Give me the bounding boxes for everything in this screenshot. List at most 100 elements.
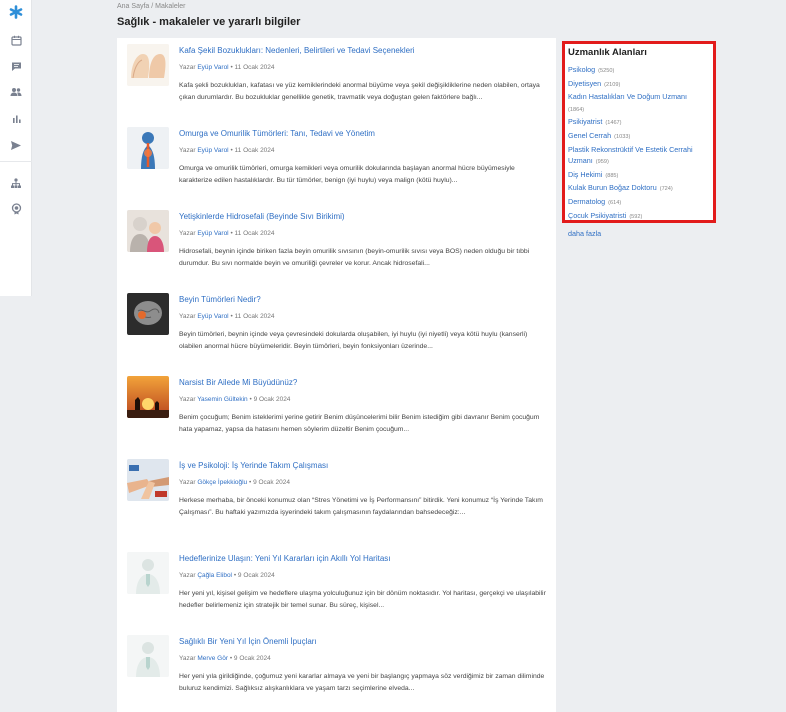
article-author[interactable]: Çağla Elibol [197, 572, 232, 579]
specialty-link[interactable]: Kadın Hastalıkları Ve Doğum Uzmanı [568, 92, 687, 101]
article-meta: Yazar Eyüp Varol • 11 Ocak 2024 [179, 64, 275, 71]
specialty-link[interactable]: Diş Hekimi [568, 170, 602, 179]
specialty-item: Psikiyatrist (1467) [568, 116, 710, 130]
specialty-item: Dermatolog (614) [568, 196, 710, 210]
article-card: Kafa Şekil Bozuklukları: Nedenleri, Beli… [117, 38, 556, 121]
article-excerpt: Her yeni yıla girildiğinde, çoğumuz yeni… [179, 673, 545, 692]
specialty-count: (1033) [614, 133, 631, 140]
article-thumbnail-hands[interactable] [127, 459, 169, 501]
article-date: • 11 Ocak 2024 [230, 230, 275, 237]
specialty-link[interactable]: Genel Cerrah [568, 131, 611, 140]
article-author[interactable]: Yasemin Gültekin [197, 396, 247, 403]
send-icon[interactable] [0, 134, 32, 156]
author-prefix: Yazar [179, 479, 196, 486]
specialty-link[interactable]: Diyetisyen [568, 79, 601, 88]
article-title[interactable]: Beyin Tümörleri Nedir? [179, 295, 261, 304]
article-meta: Yazar Eyüp Varol • 11 Ocak 2024 [179, 313, 275, 320]
more-specialties-link[interactable]: daha fazla [568, 229, 601, 238]
article-card: Omurga ve Omurilik Tümörleri: Tanı, Teda… [117, 121, 556, 204]
author-prefix: Yazar [179, 313, 196, 320]
article-excerpt: Her yeni yıl, kişisel gelişim ve hedefle… [179, 590, 546, 609]
specialty-item: Diyetisyen (2109) [568, 78, 710, 92]
side-navigation [0, 0, 32, 296]
specialty-count: (5250) [598, 68, 615, 74]
messages-icon[interactable] [0, 55, 32, 77]
article-thumbnail-placeholder[interactable] [127, 552, 169, 594]
article-thumbnail-sunset[interactable] [127, 376, 169, 418]
article-date: • 9 Ocak 2024 [249, 479, 290, 486]
article-title[interactable]: Omurga ve Omurilik Tümörleri: Tanı, Teda… [179, 129, 375, 138]
specialties-title: Uzmanlık Alanları [568, 47, 647, 58]
article-card: İş ve Psikoloji: İş Yerinde Takım Çalışm… [117, 453, 556, 536]
breadcrumb-current: Makaleler [155, 3, 186, 10]
specialty-count: (614) [608, 199, 622, 206]
article-list: Kafa Şekil Bozuklukları: Nedenleri, Beli… [117, 38, 556, 712]
article-author[interactable]: Eyüp Varol [197, 147, 228, 154]
article-date: • 11 Ocak 2024 [230, 147, 275, 154]
article-card: Hedeflerinize Ulaşın: Yeni Yıl Kararları… [117, 546, 556, 629]
article-author[interactable]: Gökçe İpekkioğlu [197, 479, 247, 486]
article-card: Yetişkinlerde Hidrosefali (Beyinde Sıvı … [117, 204, 556, 287]
article-thumbnail-brain[interactable] [127, 293, 169, 335]
article-title[interactable]: İş ve Psikoloji: İş Yerinde Takım Çalışm… [179, 461, 328, 470]
article-title[interactable]: Yetişkinlerde Hidrosefali (Beyinde Sıvı … [179, 212, 345, 221]
article-date: • 9 Ocak 2024 [233, 572, 275, 579]
specialty-item: Çocuk Psikiyatristi (592) [568, 210, 710, 224]
users-icon[interactable] [0, 81, 32, 103]
article-meta: Yazar Gökçe İpekkioğlu • 9 Ocak 2024 [179, 479, 290, 486]
specialty-item: Diş Hekimi (885) [568, 169, 710, 183]
specialty-count: (959) [595, 159, 609, 166]
author-prefix: Yazar [179, 655, 196, 662]
article-meta: Yazar Çağla Elibol • 9 Ocak 2024 [179, 572, 275, 579]
article-thumbnail-skull-shape[interactable] [127, 44, 169, 86]
article-thumbnail-placeholder[interactable] [127, 635, 169, 677]
specialty-link[interactable]: Plastik Rekonstrüktif Ve Estetik Cerrahi… [568, 145, 693, 166]
specialty-link[interactable]: Dermatolog [568, 197, 605, 206]
article-author[interactable]: Eyüp Varol [197, 313, 228, 320]
article-title[interactable]: Kafa Şekil Bozuklukları: Nedenleri, Beli… [179, 46, 415, 55]
specialty-item: Plastik Rekonstrüktif Ve Estetik Cerrahi… [568, 144, 710, 169]
specialty-count: (592) [629, 213, 643, 220]
badge-icon[interactable] [0, 198, 32, 220]
specialty-count: (1467) [605, 120, 622, 127]
article-thumbnail-spine[interactable] [127, 127, 169, 169]
article-excerpt: Benim çocuğum; Benim isteklerimi yerine … [179, 414, 540, 433]
article-title[interactable]: Narsist Bir Ailede Mi Büyüdünüz? [179, 378, 297, 387]
author-prefix: Yazar [179, 230, 196, 237]
article-title[interactable]: Sağlıklı Bir Yeni Yıl İçin Önemli İpuçla… [179, 637, 317, 646]
article-author[interactable]: Merve Gör [197, 655, 228, 662]
article-meta: Yazar Merve Gör • 9 Ocak 2024 [179, 655, 271, 662]
page-title: Sağlık - makaleler ve yararlı bilgiler [117, 16, 301, 28]
specialty-link[interactable]: Kulak Burun Boğaz Doktoru [568, 183, 657, 192]
article-card: Beyin Tümörleri Nedir? Yazar Eyüp Varol … [117, 287, 556, 370]
article-excerpt: Hidrosefali, beynin içinde biriken fazla… [179, 248, 530, 267]
breadcrumb: Ana Sayfa / Makaleler [117, 3, 186, 10]
article-meta: Yazar Eyüp Varol • 11 Ocak 2024 [179, 230, 275, 237]
specialty-item: Kadın Hastalıkları Ve Doğum Uzmanı (1864) [568, 91, 710, 116]
article-excerpt: Herkese merhaba, bir önceki konumuz olan… [179, 497, 543, 516]
article-date: • 11 Ocak 2024 [230, 313, 275, 320]
specialty-item: Psikolog (5250) [568, 64, 710, 78]
article-excerpt: Kafa şekli bozuklukları, kafatası ve yüz… [179, 82, 540, 101]
stats-icon[interactable] [0, 107, 32, 129]
specialty-item: Genel Cerrah (1033) [568, 130, 710, 144]
article-title[interactable]: Hedeflerinize Ulaşın: Yeni Yıl Kararları… [179, 554, 391, 563]
specialty-count: (885) [605, 172, 619, 179]
article-author[interactable]: Eyüp Varol [197, 230, 228, 237]
article-date: • 11 Ocak 2024 [230, 64, 275, 71]
specialties-panel: Uzmanlık Alanları Psikolog (5250) Diyetis… [562, 41, 716, 238]
logo-icon[interactable] [0, 1, 32, 23]
article-author[interactable]: Eyüp Varol [197, 64, 228, 71]
org-chart-icon[interactable] [0, 172, 32, 194]
specialty-count: (2109) [604, 81, 621, 88]
specialty-link[interactable]: Psikiyatrist [568, 117, 602, 126]
article-card: Narsist Bir Ailede Mi Büyüdünüz? Yazar Y… [117, 370, 556, 453]
article-thumbnail-people[interactable] [127, 210, 169, 252]
author-prefix: Yazar [179, 147, 196, 154]
breadcrumb-home[interactable]: Ana Sayfa [117, 3, 149, 10]
author-prefix: Yazar [179, 396, 196, 403]
calendar-icon[interactable] [0, 29, 32, 51]
specialty-link[interactable]: Çocuk Psikiyatristi [568, 211, 626, 220]
specialty-link[interactable]: Psikolog [568, 65, 595, 74]
breadcrumb-separator: / [151, 3, 154, 10]
